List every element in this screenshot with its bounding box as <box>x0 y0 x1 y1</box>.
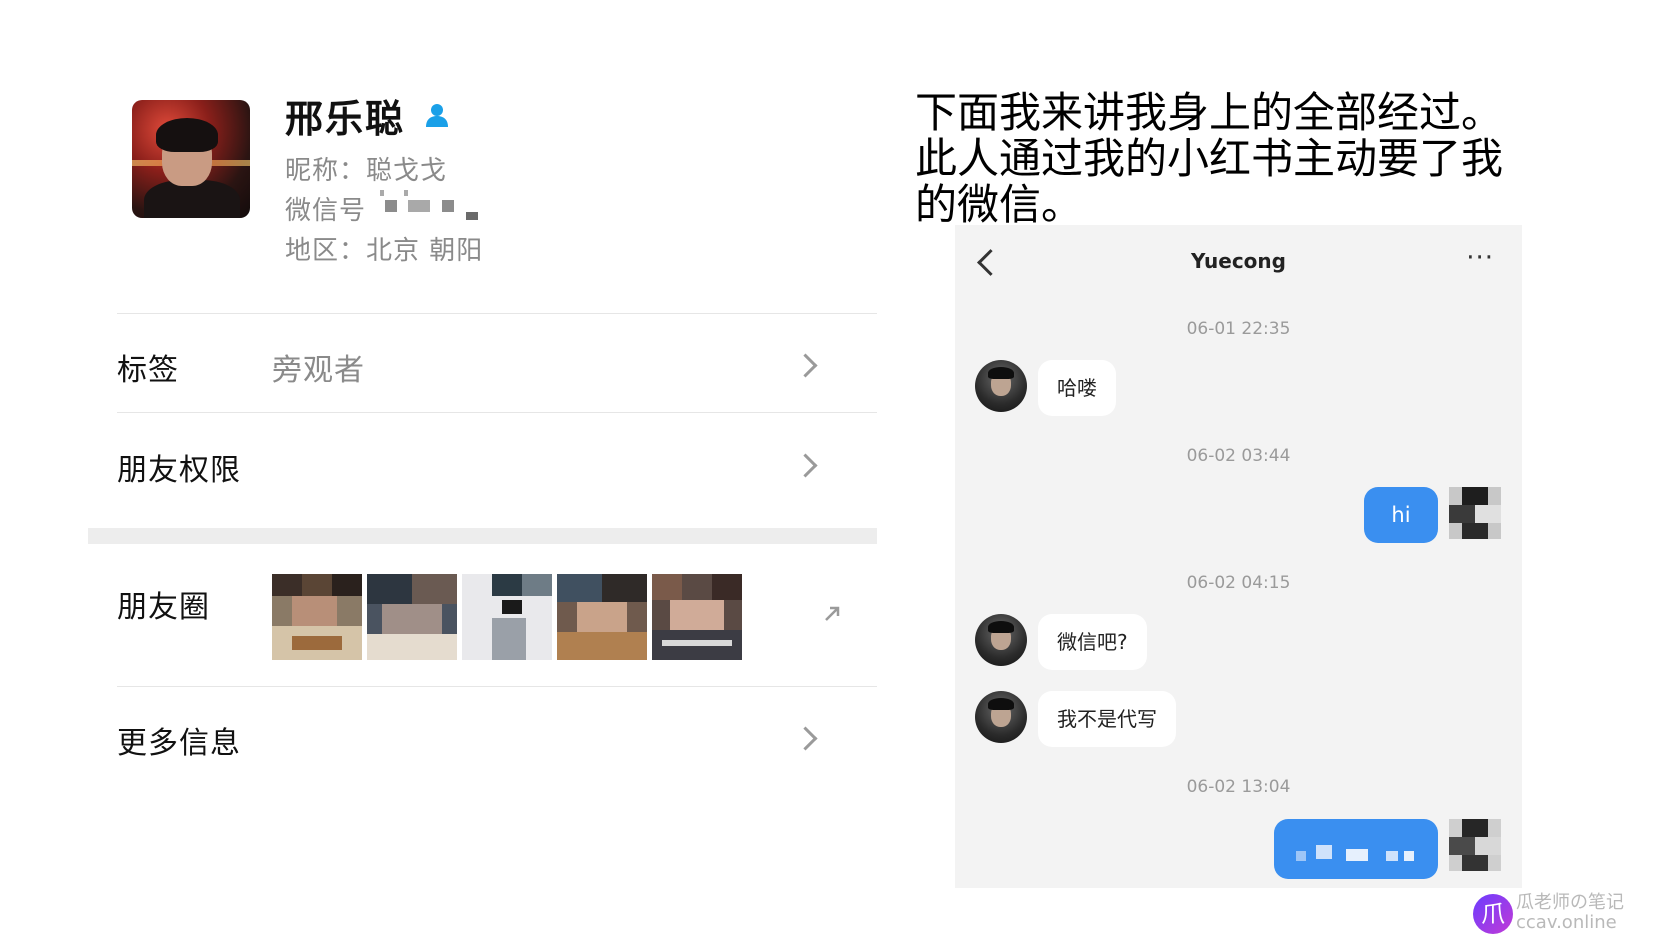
incoming-message: 我不是代写 <box>1038 691 1176 747</box>
caption-text: 下面我来讲我身上的全部经过。 此人通过我的小红书主动要了我 的微信。 <box>915 90 1655 228</box>
watermark-text: 瓜老师の笔记 ccav.online <box>1516 893 1624 933</box>
chevron-right-icon <box>793 726 818 751</box>
profile-avatar[interactable] <box>132 100 250 218</box>
user-avatar[interactable] <box>1449 487 1501 539</box>
moments-photo-thumbnail <box>557 574 647 660</box>
profile-region: 地区：北京 朝阳 <box>285 236 484 266</box>
watermark-line: 瓜老师の笔记 <box>1516 892 1624 913</box>
profile-wechat-id: 微信号 <box>285 190 366 227</box>
outgoing-message-pixelated <box>1274 819 1438 879</box>
caption-line: 下面我来讲我身上的全部经过。 <box>915 88 1504 137</box>
chat-window: Yuecong ··· 06-01 22:35 哈喽 06-02 03:44 h… <box>955 225 1522 888</box>
tag-value: 旁观者 <box>272 353 365 388</box>
male-gender-icon <box>426 104 448 127</box>
caption-line: 的微信。 <box>915 180 1084 229</box>
more-options-icon[interactable]: ··· <box>1466 243 1494 273</box>
chevron-right-icon <box>793 353 818 378</box>
moments-photo-thumbnail <box>367 574 457 660</box>
section-separator <box>88 528 877 544</box>
watermark-logo-icon: 爪 <box>1473 894 1513 934</box>
contact-avatar[interactable] <box>975 614 1027 666</box>
divider <box>117 412 877 413</box>
message-timestamp: 06-02 13:04 <box>1186 777 1291 797</box>
tag-label: 标签 <box>117 353 179 388</box>
divider <box>117 686 877 687</box>
contact-avatar[interactable] <box>975 691 1027 743</box>
user-avatar[interactable] <box>1449 819 1501 871</box>
moments-photo-thumbnail <box>272 574 362 660</box>
caption-line: 此人通过我的小红书主动要了我 <box>915 134 1504 183</box>
outgoing-message: hi <box>1364 487 1438 543</box>
watermark-line: ccav.online <box>1516 912 1617 933</box>
incoming-message: 微信吧? <box>1038 614 1147 670</box>
moments-photo-thumbnail <box>652 574 742 660</box>
more-info-label: 更多信息 <box>117 726 241 761</box>
message-timestamp: 06-01 22:35 <box>1186 319 1291 339</box>
divider <box>117 313 877 314</box>
message-timestamp: 06-02 03:44 <box>1186 446 1291 466</box>
friend-permissions-label: 朋友权限 <box>117 453 241 488</box>
chevron-right-icon <box>793 453 818 478</box>
moments-label: 朋友圈 <box>117 590 210 625</box>
expand-arrow-icon <box>825 606 840 621</box>
message-timestamp: 06-02 04:15 <box>1186 573 1291 593</box>
incoming-message: 哈喽 <box>1038 360 1116 416</box>
profile-name: 邢乐聪 <box>285 97 406 141</box>
moments-photo-thumbnail <box>462 574 552 660</box>
wechat-id-label: 微信号 <box>285 196 367 226</box>
chat-title: Yuecong <box>1191 249 1286 273</box>
profile-nickname: 昵称：聪戈戈 <box>285 156 448 186</box>
contact-avatar[interactable] <box>975 360 1027 412</box>
